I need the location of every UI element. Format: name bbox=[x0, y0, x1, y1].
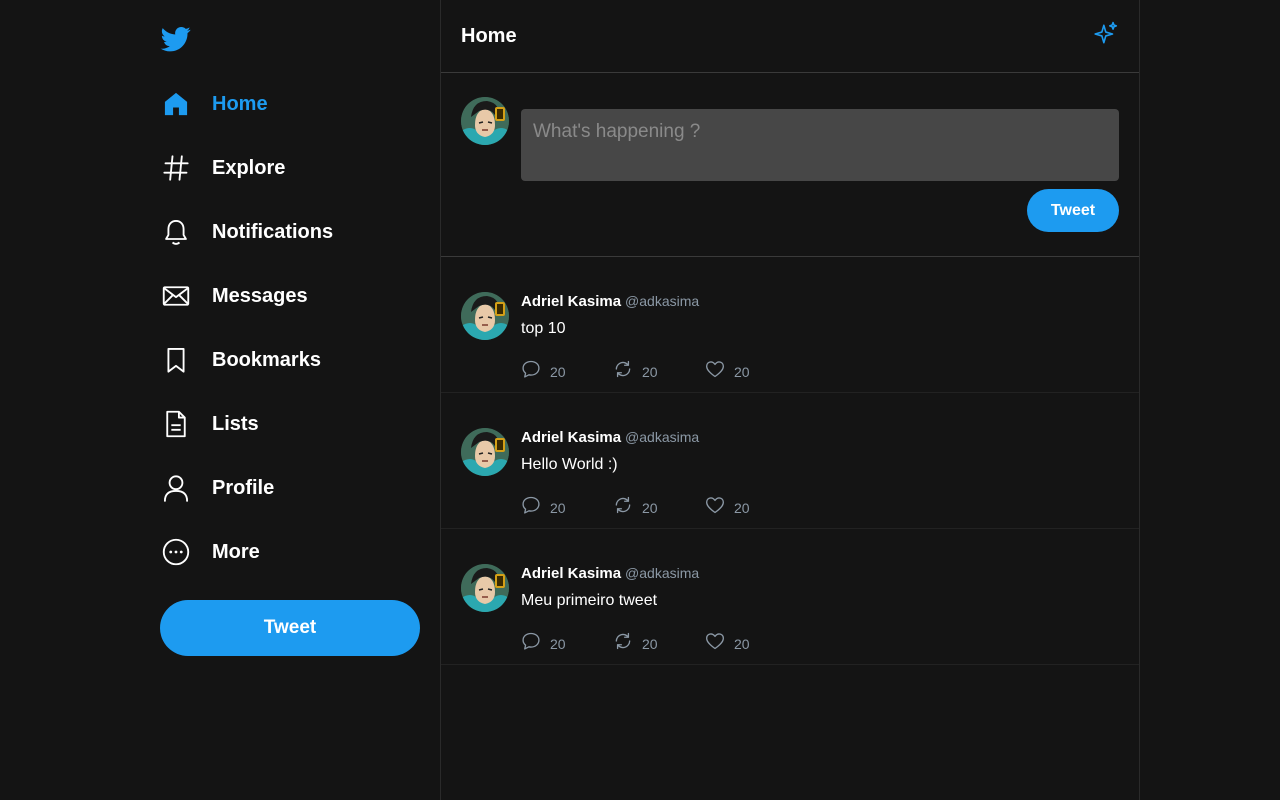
envelope-icon bbox=[160, 280, 192, 312]
sidebar-item-label: Bookmarks bbox=[212, 348, 321, 371]
avatar[interactable] bbox=[461, 428, 509, 476]
retweet-count: 20 bbox=[642, 635, 658, 652]
sidebar-item-profile[interactable]: Profile bbox=[160, 456, 440, 520]
retweet-button[interactable]: 20 bbox=[613, 631, 705, 656]
sidebar-item-notifications[interactable]: Notifications bbox=[160, 200, 440, 264]
tweet-author-name[interactable]: Adriel Kasima bbox=[521, 429, 621, 446]
retweet-count: 20 bbox=[642, 499, 658, 516]
sidebar-item-lists[interactable]: Lists bbox=[160, 392, 440, 456]
sidebar-item-explore[interactable]: Explore bbox=[160, 136, 440, 200]
sidebar: Home Explore Notifications Messages Book… bbox=[160, 0, 440, 800]
like-count: 20 bbox=[734, 635, 750, 652]
like-button[interactable]: 20 bbox=[705, 631, 797, 656]
reply-icon bbox=[521, 495, 550, 520]
sidebar-item-label: Lists bbox=[212, 412, 259, 435]
heart-icon bbox=[705, 495, 734, 520]
retweet-icon bbox=[613, 631, 642, 656]
like-button[interactable]: 20 bbox=[705, 359, 797, 384]
tweet-text: top 10 bbox=[521, 320, 566, 337]
tweet-actions: 20 20 20 bbox=[521, 359, 797, 384]
sidebar-item-more[interactable]: More bbox=[160, 520, 440, 584]
sidebar-item-label: Explore bbox=[212, 156, 286, 179]
avatar[interactable] bbox=[461, 292, 509, 340]
home-icon bbox=[160, 88, 192, 120]
retweet-button[interactable]: 20 bbox=[613, 359, 705, 384]
tweet-author-handle[interactable]: @adkasima bbox=[625, 293, 699, 309]
twitter-bird-icon[interactable] bbox=[160, 24, 192, 54]
reply-button[interactable]: 20 bbox=[521, 359, 613, 384]
sidebar-tweet-button[interactable]: Tweet bbox=[160, 600, 420, 656]
compose-tweet-button[interactable]: Tweet bbox=[1027, 189, 1119, 232]
heart-icon bbox=[705, 359, 734, 384]
sidebar-item-label: Notifications bbox=[212, 220, 334, 243]
tweet-header: Adriel Kasima @adkasima bbox=[521, 293, 699, 310]
user-icon bbox=[160, 472, 192, 504]
tweet-author-name[interactable]: Adriel Kasima bbox=[521, 565, 621, 582]
reply-button[interactable]: 20 bbox=[521, 631, 613, 656]
tweet-actions: 20 20 20 bbox=[521, 495, 797, 520]
tweet-actions: 20 20 20 bbox=[521, 631, 797, 656]
more-circle-icon bbox=[160, 536, 192, 568]
avatar[interactable] bbox=[461, 97, 509, 145]
sidebar-item-bookmarks[interactable]: Bookmarks bbox=[160, 328, 440, 392]
sidebar-item-label: Profile bbox=[212, 476, 275, 499]
retweet-count: 20 bbox=[642, 363, 658, 380]
tweet-item[interactable]: Adriel Kasima @adkasima Meu primeiro twee… bbox=[441, 529, 1139, 665]
like-count: 20 bbox=[734, 363, 750, 380]
retweet-button[interactable]: 20 bbox=[613, 495, 705, 520]
avatar[interactable] bbox=[461, 564, 509, 612]
tweet-header: Adriel Kasima @adkasima bbox=[521, 565, 699, 582]
compose-input[interactable] bbox=[521, 109, 1119, 181]
sidebar-item-label: Home bbox=[212, 92, 268, 115]
like-button[interactable]: 20 bbox=[705, 495, 797, 520]
bell-icon bbox=[160, 216, 192, 248]
reply-count: 20 bbox=[550, 363, 566, 380]
bookmark-icon bbox=[160, 344, 192, 376]
tweet-author-name[interactable]: Adriel Kasima bbox=[521, 293, 621, 310]
reply-button[interactable]: 20 bbox=[521, 495, 613, 520]
sidebar-item-messages[interactable]: Messages bbox=[160, 264, 440, 328]
tweet-item[interactable]: Adriel Kasima @adkasima top 10 20 20 20 bbox=[441, 257, 1139, 393]
like-count: 20 bbox=[734, 499, 750, 516]
retweet-icon bbox=[613, 495, 642, 520]
tweet-author-handle[interactable]: @adkasima bbox=[625, 429, 699, 445]
tweet-text: Hello World :) bbox=[521, 456, 618, 473]
reply-count: 20 bbox=[550, 635, 566, 652]
list-document-icon bbox=[160, 408, 192, 440]
timeline-header: Home bbox=[441, 0, 1139, 73]
sparkle-icon[interactable] bbox=[1093, 21, 1119, 52]
tweet-header: Adriel Kasima @adkasima bbox=[521, 429, 699, 446]
tweet-item[interactable]: Adriel Kasima @adkasima Hello World :) 20… bbox=[441, 393, 1139, 529]
main-timeline: Home Tweet Adriel Kasima@adkasima top 10… bbox=[440, 0, 1140, 800]
sidebar-item-label: More bbox=[212, 540, 260, 563]
reply-icon bbox=[521, 631, 550, 656]
reply-icon bbox=[521, 359, 550, 384]
tweet-composer: Tweet bbox=[441, 73, 1139, 257]
retweet-icon bbox=[613, 359, 642, 384]
sidebar-item-home[interactable]: Home bbox=[160, 72, 440, 136]
tweet-author-handle[interactable]: @adkasima bbox=[625, 565, 699, 581]
page-title: Home bbox=[461, 24, 517, 47]
heart-icon bbox=[705, 631, 734, 656]
reply-count: 20 bbox=[550, 499, 566, 516]
main-nav: Home Explore Notifications Messages Book… bbox=[160, 72, 440, 584]
hashtag-icon bbox=[160, 152, 192, 184]
sidebar-item-label: Messages bbox=[212, 284, 308, 307]
tweet-text: Meu primeiro tweet bbox=[521, 592, 658, 609]
